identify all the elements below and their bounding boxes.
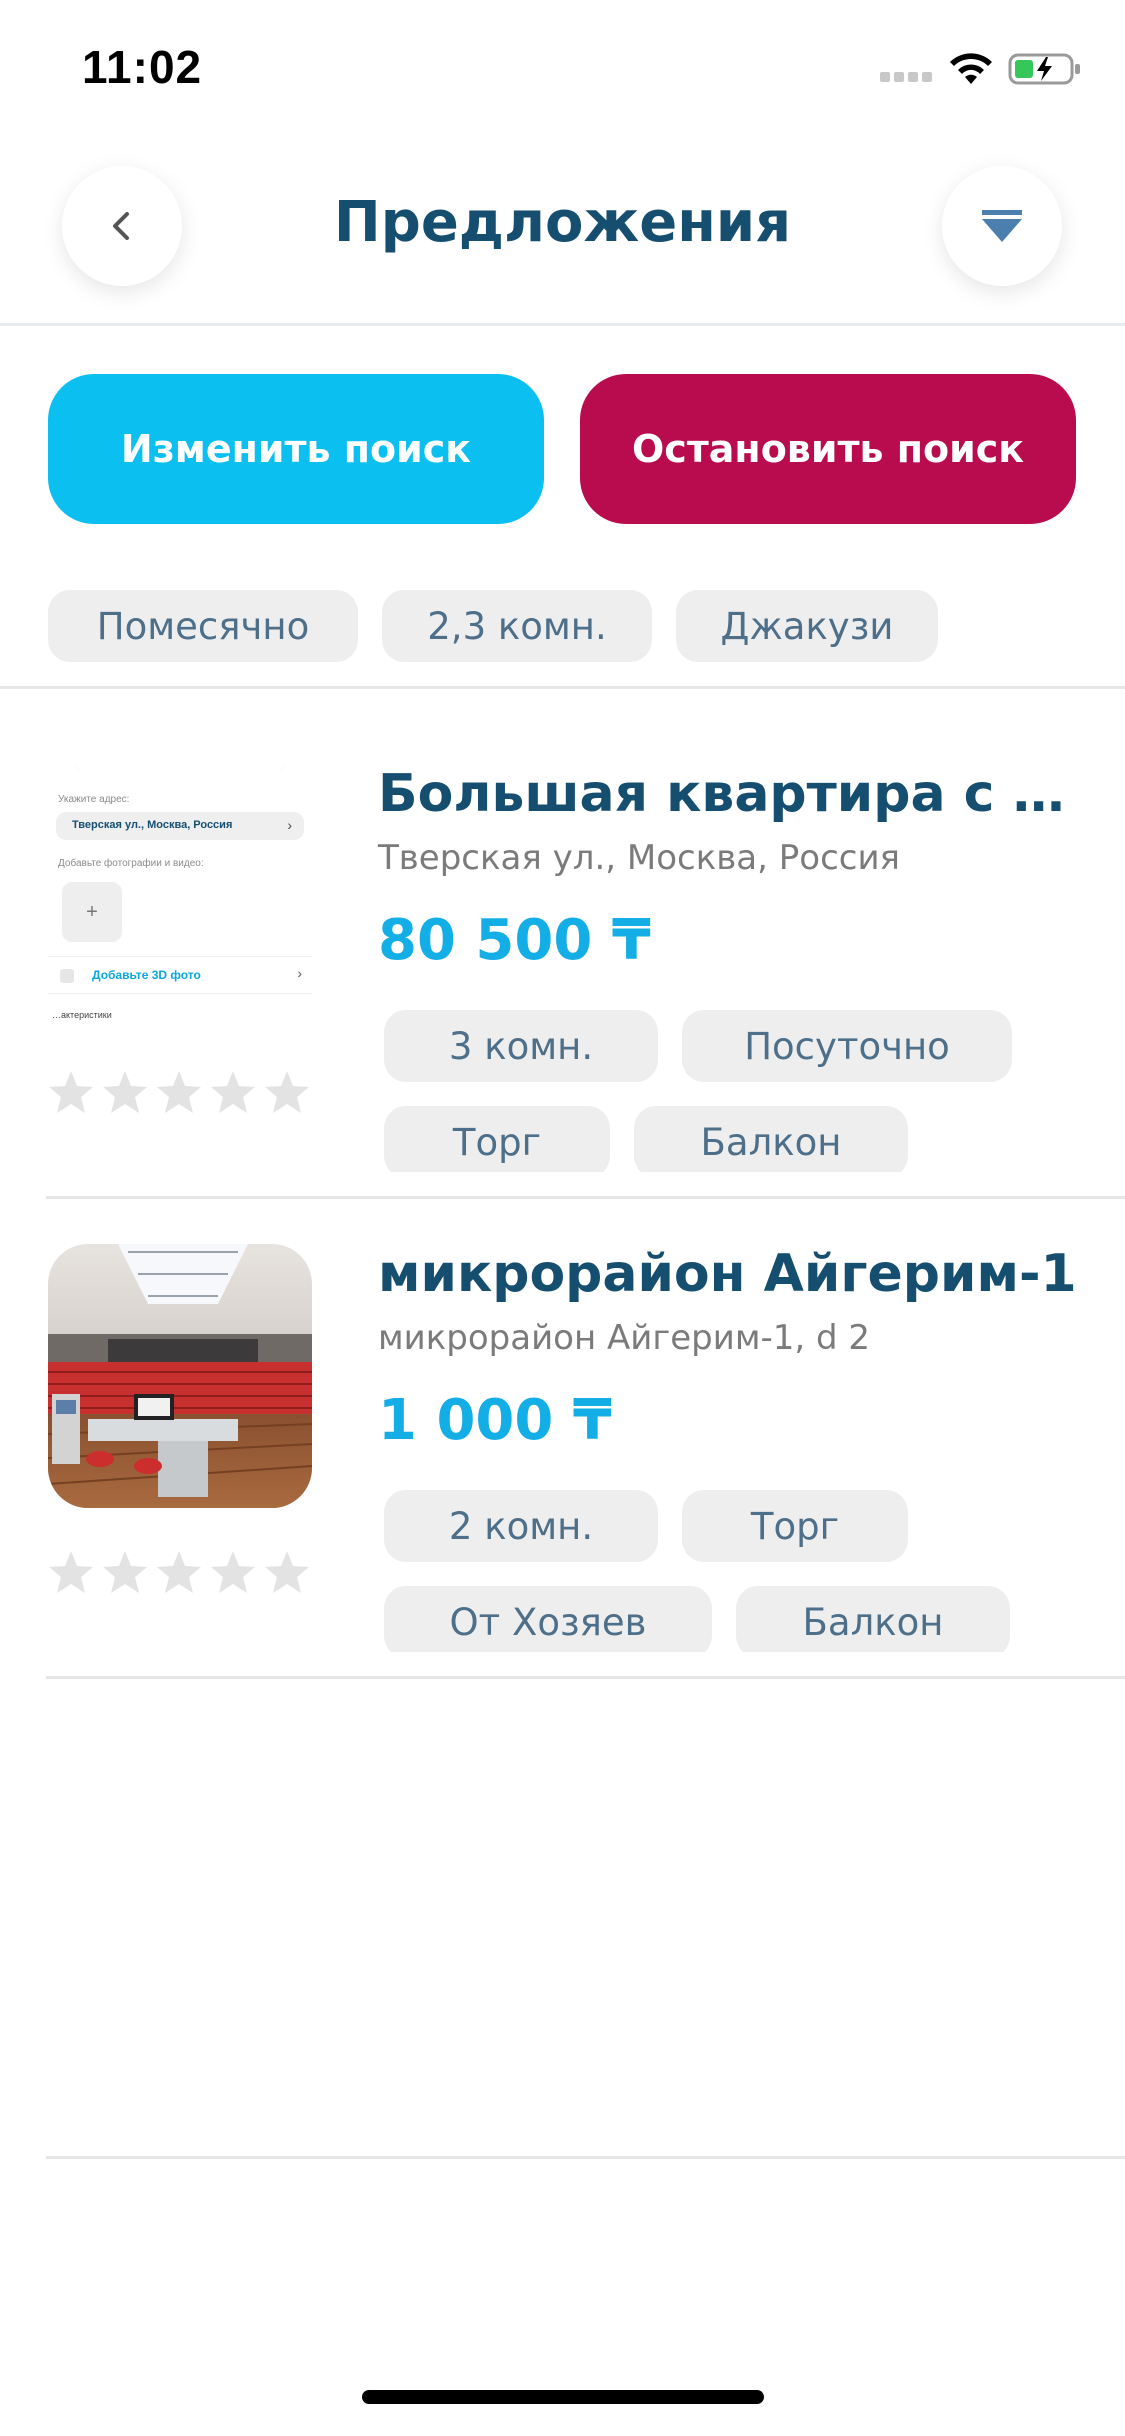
home-indicator[interactable]	[362, 2390, 764, 2404]
thumb-add-media: +	[62, 882, 122, 942]
listing-title: Большая квартира с джа...	[378, 764, 1098, 824]
star-empty-icon	[265, 1551, 309, 1593]
divider	[46, 1676, 1125, 1679]
filter-button[interactable]	[942, 166, 1062, 286]
filter-chip[interactable]: Джакузи	[676, 590, 938, 662]
star-empty-icon	[265, 1071, 309, 1113]
thumbnail-screenshot: Укажите адрес: Тверская ул., Москва, Рос…	[48, 764, 312, 1028]
chevron-right-icon: ›	[287, 817, 292, 833]
listing-tag: 2 комн.	[384, 1490, 658, 1562]
listing-tag: 3 комн.	[384, 1010, 658, 1082]
listing-tag: Балкон	[634, 1106, 908, 1172]
listing-thumbnail[interactable]: Укажите адрес: Тверская ул., Москва, Рос…	[48, 764, 312, 1028]
thumb-media-label: Добавьте фотографии и видео:	[58, 858, 204, 869]
star-empty-icon	[49, 1551, 93, 1593]
listing-card[interactable]: микрорайон Айгерим-1 микрорайон Айгерим-…	[0, 1198, 1125, 1678]
star-empty-icon	[157, 1551, 201, 1593]
star-empty-icon	[103, 1071, 147, 1113]
listing-address: микрорайон Айгерим-1, d 2	[378, 1318, 871, 1358]
listing-tag: Торг	[682, 1490, 908, 1562]
divider	[46, 2156, 1125, 2159]
auditorium-photo	[48, 1244, 312, 1508]
filter-chip[interactable]: Помесячно	[48, 590, 358, 662]
rating-stars	[46, 1548, 316, 1602]
star-empty-icon	[103, 1551, 147, 1593]
listing-tag: Балкон	[736, 1586, 1010, 1652]
listing-price: 1 000 ₸	[378, 1388, 612, 1453]
thumb-address-field: Тверская ул., Москва, Россия	[56, 812, 304, 840]
star-empty-icon	[211, 1551, 255, 1593]
change-search-button[interactable]: Изменить поиск	[48, 374, 544, 524]
signal-dots-icon	[880, 72, 934, 84]
star-empty-icon	[157, 1071, 201, 1113]
wifi-icon	[950, 53, 992, 84]
listing-tag: Посуточно	[682, 1010, 1012, 1082]
battery-charging-icon	[1008, 53, 1080, 85]
filter-chip[interactable]: 2,3 комн.	[382, 590, 652, 662]
filter-funnel-icon	[982, 210, 1022, 242]
thumb-address-label: Укажите адрес:	[58, 794, 130, 805]
listing-title: микрорайон Айгерим-1	[378, 1244, 1077, 1304]
listing-address: Тверская ул., Москва, Россия	[378, 838, 901, 878]
listing-thumbnail[interactable]	[48, 1244, 312, 1508]
star-empty-icon	[211, 1071, 255, 1113]
star-empty-icon	[49, 1071, 93, 1113]
stop-search-button[interactable]: Остановить поиск	[580, 374, 1076, 524]
listing-tag: От Хозяев	[384, 1586, 712, 1652]
listing-tags: 3 комн. Посуточно Торг Балкон	[370, 1010, 1110, 1172]
top-navigation-bar: Предложения	[0, 160, 1125, 326]
listing-card[interactable]: Укажите адрес: Тверская ул., Москва, Рос…	[0, 686, 1125, 1198]
thumb-3d-row: Добавьте 3D фото ›	[48, 956, 312, 994]
rating-stars	[46, 1068, 316, 1122]
status-bar: 11:02	[0, 0, 1125, 135]
listing-tag: Торг	[384, 1106, 610, 1172]
listing-tags: 2 комн. Торг От Хозяев Балкон	[370, 1490, 1110, 1652]
listing-price: 80 500 ₸	[378, 908, 651, 973]
status-time: 11:02	[82, 41, 203, 93]
